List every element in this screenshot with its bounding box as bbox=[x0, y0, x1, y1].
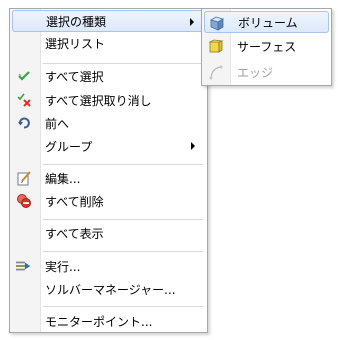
delete-all-icon bbox=[16, 193, 32, 209]
previous-icon bbox=[16, 115, 32, 131]
menu-separator bbox=[43, 219, 203, 220]
context-menu: 選択の種類 選択リスト すべて選択 すべて選択取り消し 前へ グループ 編集..… bbox=[9, 8, 208, 333]
menu-item-label: モニターポイント... bbox=[45, 314, 153, 329]
menu-item-selection-type[interactable]: 選択の種類 bbox=[12, 10, 205, 32]
surface-icon bbox=[208, 38, 224, 54]
menu-item-label: グループ bbox=[45, 139, 93, 154]
edit-icon bbox=[16, 170, 32, 186]
menu-item-label: すべて削除 bbox=[45, 194, 104, 209]
menu-item-label: 選択の種類 bbox=[46, 14, 107, 29]
menu-item-label: すべて表示 bbox=[45, 226, 104, 241]
run-icon bbox=[16, 258, 32, 274]
menu-item-label: 前へ bbox=[45, 116, 70, 131]
check-icon bbox=[16, 68, 32, 84]
menu-item-run[interactable]: 実行... bbox=[12, 255, 205, 277]
edge-icon bbox=[208, 64, 224, 80]
submenu-arrow-icon bbox=[190, 18, 194, 26]
submenu-item-volume[interactable]: ボリューム bbox=[204, 11, 329, 33]
submenu-item-label: ボリューム bbox=[238, 15, 298, 30]
menu-item-deselect-all[interactable]: すべて選択取り消し bbox=[12, 89, 205, 111]
menu-separator bbox=[43, 164, 203, 165]
desktop-area: 選択の種類 選択リスト すべて選択 すべて選択取り消し 前へ グループ 編集..… bbox=[0, 0, 340, 340]
menu-item-label: すべて選択取り消し bbox=[45, 93, 152, 108]
menu-separator bbox=[43, 251, 203, 252]
menu-item-label: すべて選択 bbox=[45, 69, 104, 84]
deselect-icon bbox=[16, 92, 32, 108]
menu-item-solver-manager[interactable]: ソルバーマネージャー... bbox=[12, 278, 205, 300]
menu-item-edit[interactable]: 編集... bbox=[12, 167, 205, 189]
menu-item-show-all[interactable]: すべて表示 bbox=[12, 222, 205, 244]
menu-separator bbox=[43, 306, 203, 307]
menu-item-label: ソルバーマネージャー... bbox=[45, 282, 176, 297]
menu-item-monitor-points[interactable]: モニターポイント... bbox=[12, 310, 205, 332]
menu-separator bbox=[43, 63, 203, 64]
volume-cube-icon bbox=[209, 15, 225, 31]
menu-item-previous[interactable]: 前へ bbox=[12, 112, 205, 134]
menu-item-group[interactable]: グループ bbox=[12, 135, 205, 157]
menu-item-label: 実行... bbox=[45, 259, 81, 274]
submenu-item-surface[interactable]: サーフェス bbox=[204, 35, 329, 57]
menu-item-selection-list[interactable]: 選択リスト bbox=[12, 32, 205, 54]
menu-item-label: 選択リスト bbox=[45, 36, 106, 51]
submenu-item-edge: エッジ bbox=[204, 61, 329, 83]
menu-item-delete-all[interactable]: すべて削除 bbox=[12, 190, 205, 212]
submenu-item-label: エッジ bbox=[237, 65, 274, 80]
submenu-item-label: サーフェス bbox=[237, 39, 297, 54]
selection-type-submenu: ボリューム サーフェス エッジ bbox=[201, 8, 332, 86]
menu-item-label: 編集... bbox=[45, 171, 81, 186]
menu-item-select-all[interactable]: すべて選択 bbox=[12, 65, 205, 87]
submenu-arrow-icon bbox=[191, 142, 195, 150]
